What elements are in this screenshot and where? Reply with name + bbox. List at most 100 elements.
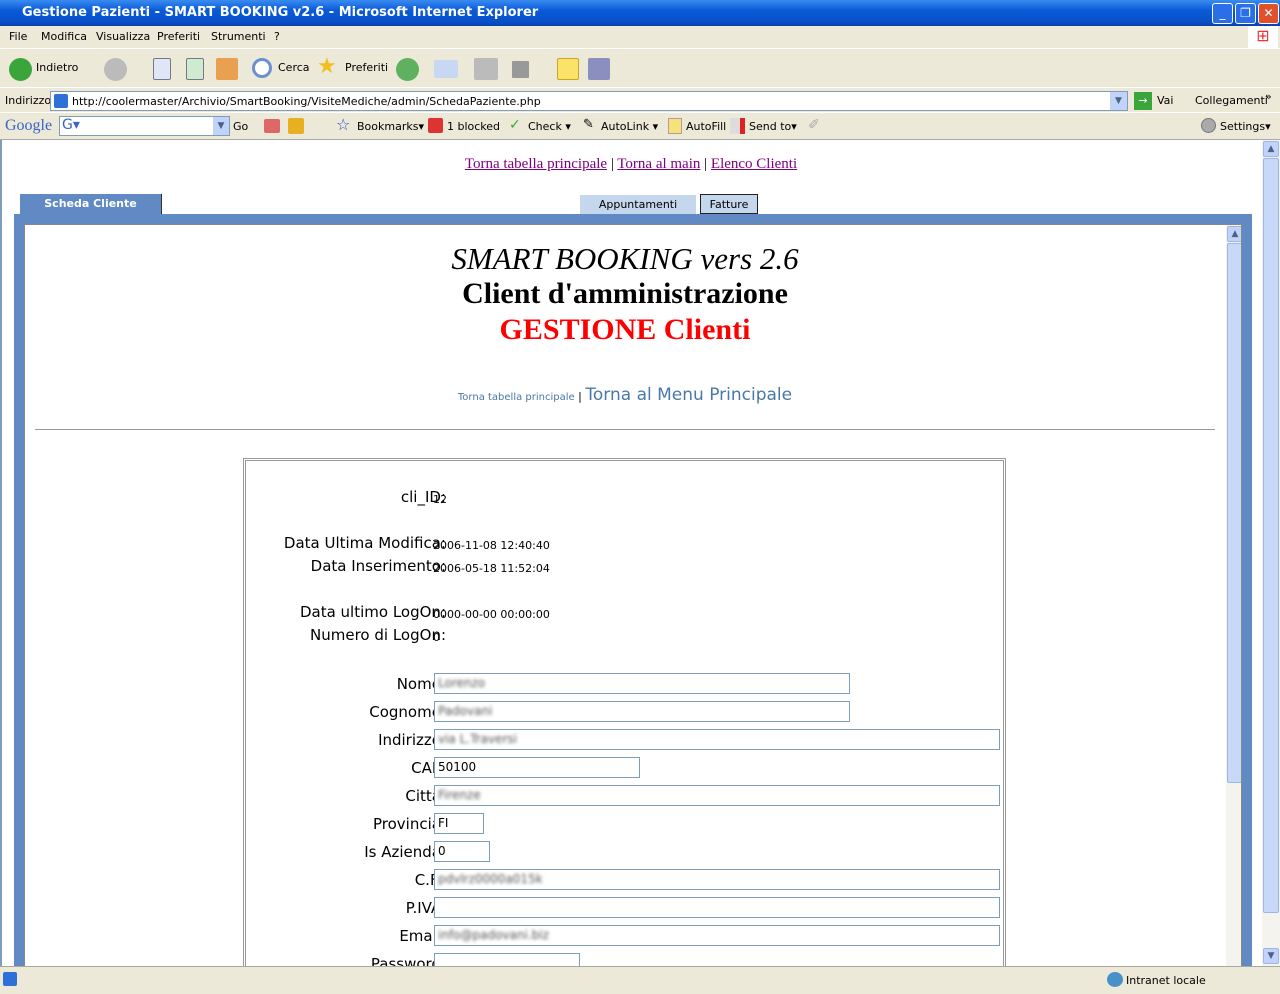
field-label: Nome: — [396, 675, 446, 693]
ie-page-icon — [54, 94, 68, 108]
google-go-button[interactable]: Go — [233, 120, 248, 133]
address-dropdown-icon[interactable]: ▼ — [1110, 92, 1127, 110]
inner-scrollbar[interactable]: ▲ — [1226, 225, 1241, 966]
field-value: Firenze — [438, 788, 481, 802]
info-label: Data ultimo LogOn: — [299, 603, 446, 621]
title-bar: Gestione Pazienti - SMART BOOKING v2.6 -… — [0, 0, 1280, 26]
menu-file[interactable]: File — [9, 30, 27, 43]
menu-visualizza[interactable]: Visualizza — [96, 30, 150, 43]
client-form: cli_ID: 12 Data Ultima Modifica: 2006-11-08… — [243, 458, 1006, 966]
bookmarks-star-icon: ☆ — [336, 115, 351, 134]
divider — [35, 429, 1215, 430]
link-elenco-clienti[interactable]: Elenco Clienti — [711, 156, 797, 172]
security-zone: Intranet locale — [1126, 974, 1206, 987]
back-button[interactable]: Indietro — [36, 61, 78, 74]
field-input[interactable] — [434, 897, 1000, 918]
field-label: Password: — [370, 955, 446, 966]
field-input[interactable]: via L.Traversi — [434, 729, 1000, 750]
field-value: 50100 — [438, 760, 477, 774]
stop-icon[interactable] — [153, 58, 171, 80]
mail-icon[interactable] — [434, 60, 458, 78]
go-arrow-icon[interactable]: → — [1134, 92, 1152, 110]
page-status-icon — [3, 972, 17, 986]
address-input[interactable]: http://coolermaster/Archivio/SmartBookin… — [50, 91, 1128, 111]
refresh-icon[interactable] — [186, 58, 204, 80]
check-button[interactable]: Check ▾ — [528, 120, 571, 133]
popup-blocked-button[interactable]: 1 blocked — [447, 120, 500, 133]
send-to-button[interactable]: Send to▾ — [749, 120, 797, 133]
menu-strumenti[interactable]: Strumenti — [211, 30, 266, 43]
edit-icon[interactable] — [512, 61, 529, 78]
link-small-torna-tabella[interactable]: Torna tabella principale — [458, 392, 575, 403]
field-input[interactable]: 0 — [434, 841, 490, 862]
chevron-more-icon[interactable]: » — [1265, 90, 1272, 103]
close-button[interactable]: ✕ — [1258, 3, 1279, 24]
print-icon[interactable] — [474, 58, 498, 80]
top-nav: Torna tabella principale | Torna al main… — [464, 156, 798, 172]
back-icon[interactable] — [9, 58, 32, 81]
info-label: Numero di LogOn: — [310, 626, 446, 644]
info-value: 12 — [433, 493, 447, 506]
field-input[interactable]: info@padovani.biz — [434, 925, 1000, 946]
field-input[interactable] — [434, 953, 580, 966]
field-input[interactable]: 50100 — [434, 757, 640, 778]
inner-scroll-thumb[interactable] — [1227, 243, 1241, 783]
news-icon[interactable] — [264, 119, 280, 133]
google-logo: Google — [5, 117, 53, 134]
address-bar: Indirizzo http://coolermaster/Archivio/S… — [0, 89, 1280, 113]
research-icon[interactable] — [588, 58, 610, 80]
windows-logo-icon: ⊞ — [1248, 26, 1278, 48]
field-value: via L.Traversi — [438, 732, 517, 746]
tab-appuntamenti[interactable]: Appuntamenti — [580, 195, 696, 214]
link-torna-main[interactable]: Torna al main — [617, 156, 700, 172]
page-content: Torna tabella principale | Torna al main… — [0, 140, 1262, 966]
tab-fatture[interactable]: Fatture — [700, 194, 758, 214]
notes-icon[interactable] — [557, 58, 579, 80]
bookmarks-button[interactable]: Bookmarks▾ — [357, 120, 424, 133]
scroll-up-icon[interactable]: ▲ — [1263, 141, 1279, 157]
favorites-button[interactable]: Preferiti — [345, 61, 388, 74]
pagerank-icon[interactable] — [288, 118, 304, 134]
link-torna-menu-principale[interactable]: Torna al Menu Principale — [585, 385, 792, 405]
link-torna-tabella[interactable]: Torna tabella principale — [465, 156, 607, 172]
field-input[interactable]: Firenze — [434, 785, 1000, 806]
info-label: Data Inserimento: — [310, 557, 446, 575]
history-icon[interactable] — [396, 58, 419, 81]
home-icon[interactable] — [216, 58, 238, 80]
menu-modifica[interactable]: Modifica — [41, 30, 87, 43]
search-icon[interactable] — [252, 58, 272, 78]
address-label: Indirizzo — [5, 94, 52, 107]
field-input[interactable]: FI — [434, 813, 484, 834]
settings-button[interactable]: Settings▾ — [1220, 120, 1271, 133]
favorites-icon[interactable]: ★ — [317, 54, 337, 79]
search-button[interactable]: Cerca — [278, 61, 310, 74]
field-label: C.F.: — [414, 871, 446, 889]
page-scrollbar[interactable]: ▲ ▼ — [1262, 140, 1280, 966]
info-value: 2006-05-18 11:52:04 — [433, 562, 550, 575]
settings-icon — [1201, 118, 1216, 133]
google-dropdown-icon[interactable]: ▼ — [213, 117, 229, 135]
menu-preferiti[interactable]: Preferiti — [157, 30, 200, 43]
highlight-icon[interactable]: ✐ — [808, 117, 820, 133]
info-value: 2006-11-08 12:40:40 — [433, 539, 550, 552]
popup-blocker-icon — [428, 118, 443, 133]
google-search-input[interactable]: G▾ ▼ — [59, 116, 230, 136]
autolink-label: AutoLink — [601, 120, 650, 133]
tab-scheda-cliente[interactable]: Scheda Cliente — [20, 194, 162, 214]
field-label: Email: — [399, 927, 446, 945]
inner-scroll-up-icon[interactable]: ▲ — [1227, 226, 1241, 242]
forward-icon[interactable] — [104, 58, 127, 81]
menu-help[interactable]: ? — [274, 30, 280, 43]
autolink-button[interactable]: AutoLink ▾ — [601, 120, 658, 133]
links-button[interactable]: Collegamenti — [1195, 94, 1268, 107]
field-input[interactable]: Padovani — [434, 701, 850, 722]
scroll-thumb[interactable] — [1263, 158, 1279, 913]
scroll-down-icon[interactable]: ▼ — [1263, 948, 1279, 964]
field-input[interactable]: pdvlrz0000a015k — [434, 869, 1000, 890]
minimize-button[interactable]: _ — [1212, 3, 1233, 24]
field-input[interactable]: Lorenzo — [434, 673, 850, 694]
go-button[interactable]: Vai — [1157, 94, 1173, 107]
field-label: Is Azienda: — [364, 843, 446, 861]
restore-button[interactable]: ❐ — [1235, 3, 1256, 24]
autofill-button[interactable]: AutoFill — [686, 120, 726, 133]
